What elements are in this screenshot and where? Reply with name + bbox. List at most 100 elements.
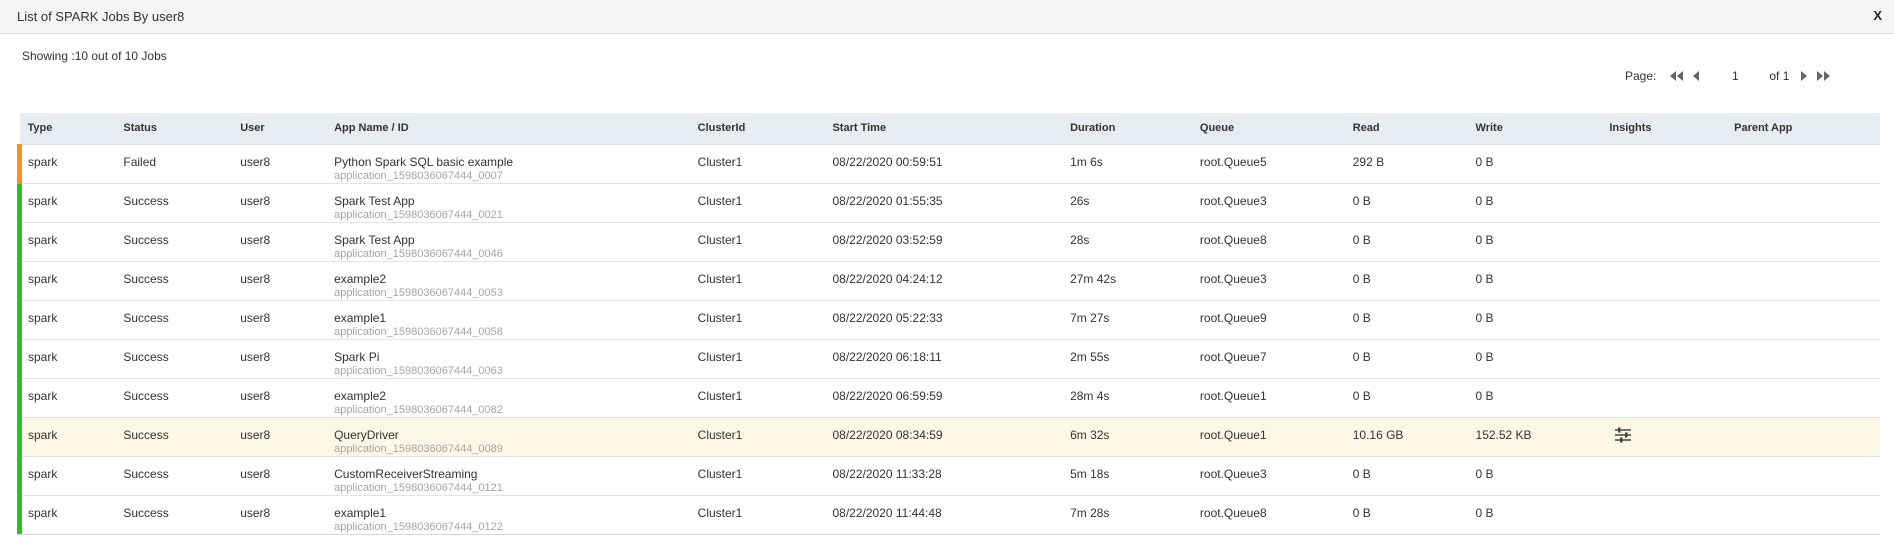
column-header-queue[interactable]: Queue <box>1191 113 1345 145</box>
job-status: Success <box>115 495 233 535</box>
sliders-icon[interactable] <box>1613 426 1633 444</box>
job-queue: root.Queue7 <box>1191 339 1345 379</box>
job-user: user8 <box>232 261 327 301</box>
column-header-duration[interactable]: Duration <box>1062 113 1192 145</box>
job-user: user8 <box>232 222 327 262</box>
column-header-start-time[interactable]: Start Time <box>824 113 1063 145</box>
app-name[interactable]: example2 <box>334 389 386 403</box>
column-header-parent-app[interactable]: Parent App <box>1726 113 1880 145</box>
table-row[interactable]: spark Success user8 example1 application_159… <box>17 300 1880 340</box>
job-type: spark <box>17 339 116 379</box>
pagination: Page: 1 of 1 <box>1625 66 1836 86</box>
job-user: user8 <box>232 495 327 535</box>
table-row[interactable]: spark Success user8 example1 application_159… <box>17 495 1880 535</box>
job-insights <box>1601 378 1727 418</box>
job-read: 0 B <box>1344 456 1468 496</box>
job-start-time: 08/22/2020 06:18:11 <box>824 339 1063 379</box>
table-row[interactable]: spark Failed user8 Python Spark SQL basic e… <box>17 144 1880 184</box>
table-row[interactable]: spark Success user8 Spark Test App applicati… <box>17 183 1880 223</box>
job-app: example2 application_1598036067444_0082 <box>326 378 690 418</box>
job-duration: 1m 6s <box>1062 144 1192 184</box>
table-row[interactable]: spark Success user8 example2 application_159… <box>17 378 1880 418</box>
job-queue: root.Queue1 <box>1191 417 1345 457</box>
app-id[interactable]: application_1598036067444_0021 <box>334 208 690 222</box>
job-cluster-id: Cluster1 <box>689 495 825 535</box>
job-parent-app <box>1726 222 1880 262</box>
table-row[interactable]: spark Success user8 Spark Pi application_159… <box>17 339 1880 379</box>
app-id[interactable]: application_1598036067444_0082 <box>334 403 690 417</box>
app-name[interactable]: Python Spark SQL basic example <box>334 155 513 169</box>
job-parent-app <box>1726 261 1880 301</box>
job-user: user8 <box>232 339 327 379</box>
job-start-time: 08/22/2020 11:44:48 <box>824 495 1063 535</box>
app-name[interactable]: Spark Test App <box>334 194 415 208</box>
job-duration: 6m 32s <box>1062 417 1192 457</box>
app-name[interactable]: example2 <box>334 272 386 286</box>
column-header-cluster-id[interactable]: ClusterId <box>689 113 825 145</box>
job-write: 0 B <box>1467 495 1602 535</box>
job-status: Failed <box>115 144 233 184</box>
job-cluster-id: Cluster1 <box>689 378 825 418</box>
job-duration: 2m 55s <box>1062 339 1192 379</box>
job-start-time: 08/22/2020 00:59:51 <box>824 144 1063 184</box>
job-write: 0 B <box>1467 261 1602 301</box>
app-id[interactable]: application_1598036067444_0122 <box>334 520 690 534</box>
close-button[interactable]: X <box>1873 8 1882 23</box>
app-name[interactable]: CustomReceiverStreaming <box>334 467 477 481</box>
last-page-icon[interactable] <box>1816 68 1832 84</box>
job-read: 292 B <box>1344 144 1468 184</box>
column-header-type[interactable]: Type <box>19 113 116 145</box>
column-header-app-name[interactable]: App Name / ID <box>326 113 690 145</box>
job-read: 0 B <box>1344 222 1468 262</box>
column-header-status[interactable]: Status <box>115 113 233 145</box>
app-name[interactable]: Spark Pi <box>334 350 379 364</box>
job-write: 0 B <box>1467 456 1602 496</box>
column-header-user[interactable]: User <box>232 113 327 145</box>
app-id[interactable]: application_1598036067444_0089 <box>334 442 690 456</box>
column-header-read[interactable]: Read <box>1344 113 1468 145</box>
job-insights <box>1601 495 1727 535</box>
job-status: Success <box>115 417 233 457</box>
app-id[interactable]: application_1598036067444_0063 <box>334 364 690 378</box>
job-write: 0 B <box>1467 300 1602 340</box>
job-cluster-id: Cluster1 <box>689 456 825 496</box>
table-row[interactable]: spark Success user8 QueryDriver application_… <box>17 417 1880 457</box>
first-page-icon[interactable] <box>1668 68 1684 84</box>
dialog-title-bar: List of SPARK Jobs By user8 X <box>0 0 1894 34</box>
job-type: spark <box>17 183 116 223</box>
job-cluster-id: Cluster1 <box>689 183 825 223</box>
job-cluster-id: Cluster1 <box>689 339 825 379</box>
app-id[interactable]: application_1598036067444_0007 <box>334 169 690 183</box>
current-page-number[interactable]: 1 <box>1711 69 1759 83</box>
app-name[interactable]: QueryDriver <box>334 428 399 442</box>
app-name[interactable]: example1 <box>334 311 386 325</box>
dialog-title: List of SPARK Jobs By user8 <box>17 9 185 24</box>
job-app: example2 application_1598036067444_0053 <box>326 261 690 301</box>
job-insights[interactable] <box>1601 417 1727 457</box>
job-app: example1 application_1598036067444_0058 <box>326 300 690 340</box>
table-row[interactable]: spark Success user8 Spark Test App applicati… <box>17 222 1880 262</box>
job-queue: root.Queue9 <box>1191 300 1345 340</box>
app-id[interactable]: application_1598036067444_0058 <box>334 325 690 339</box>
job-cluster-id: Cluster1 <box>689 261 825 301</box>
job-status: Success <box>115 378 233 418</box>
table-row[interactable]: spark Success user8 CustomReceiverStreaming… <box>17 456 1880 496</box>
table-row[interactable]: spark Success user8 example2 application_159… <box>17 261 1880 301</box>
column-header-insights[interactable]: Insights <box>1601 113 1727 145</box>
total-pages-label: of 1 <box>1769 69 1790 83</box>
app-id[interactable]: application_1598036067444_0121 <box>334 481 690 495</box>
next-page-icon[interactable] <box>1799 68 1808 84</box>
page-label: Page: <box>1625 69 1657 83</box>
job-start-time: 08/22/2020 08:34:59 <box>824 417 1063 457</box>
job-read: 0 B <box>1344 339 1468 379</box>
app-id[interactable]: application_1598036067444_0046 <box>334 247 690 261</box>
job-read: 0 B <box>1344 261 1468 301</box>
previous-page-icon[interactable] <box>1692 68 1701 84</box>
app-name[interactable]: example1 <box>334 506 386 520</box>
app-id[interactable]: application_1598036067444_0053 <box>334 286 690 300</box>
job-queue: root.Queue3 <box>1191 456 1345 496</box>
app-name[interactable]: Spark Test App <box>334 233 415 247</box>
job-queue: root.Queue3 <box>1191 261 1345 301</box>
column-header-write[interactable]: Write <box>1467 113 1602 145</box>
table-header-row: Type Status User App Name / ID ClusterId… <box>19 113 1880 145</box>
